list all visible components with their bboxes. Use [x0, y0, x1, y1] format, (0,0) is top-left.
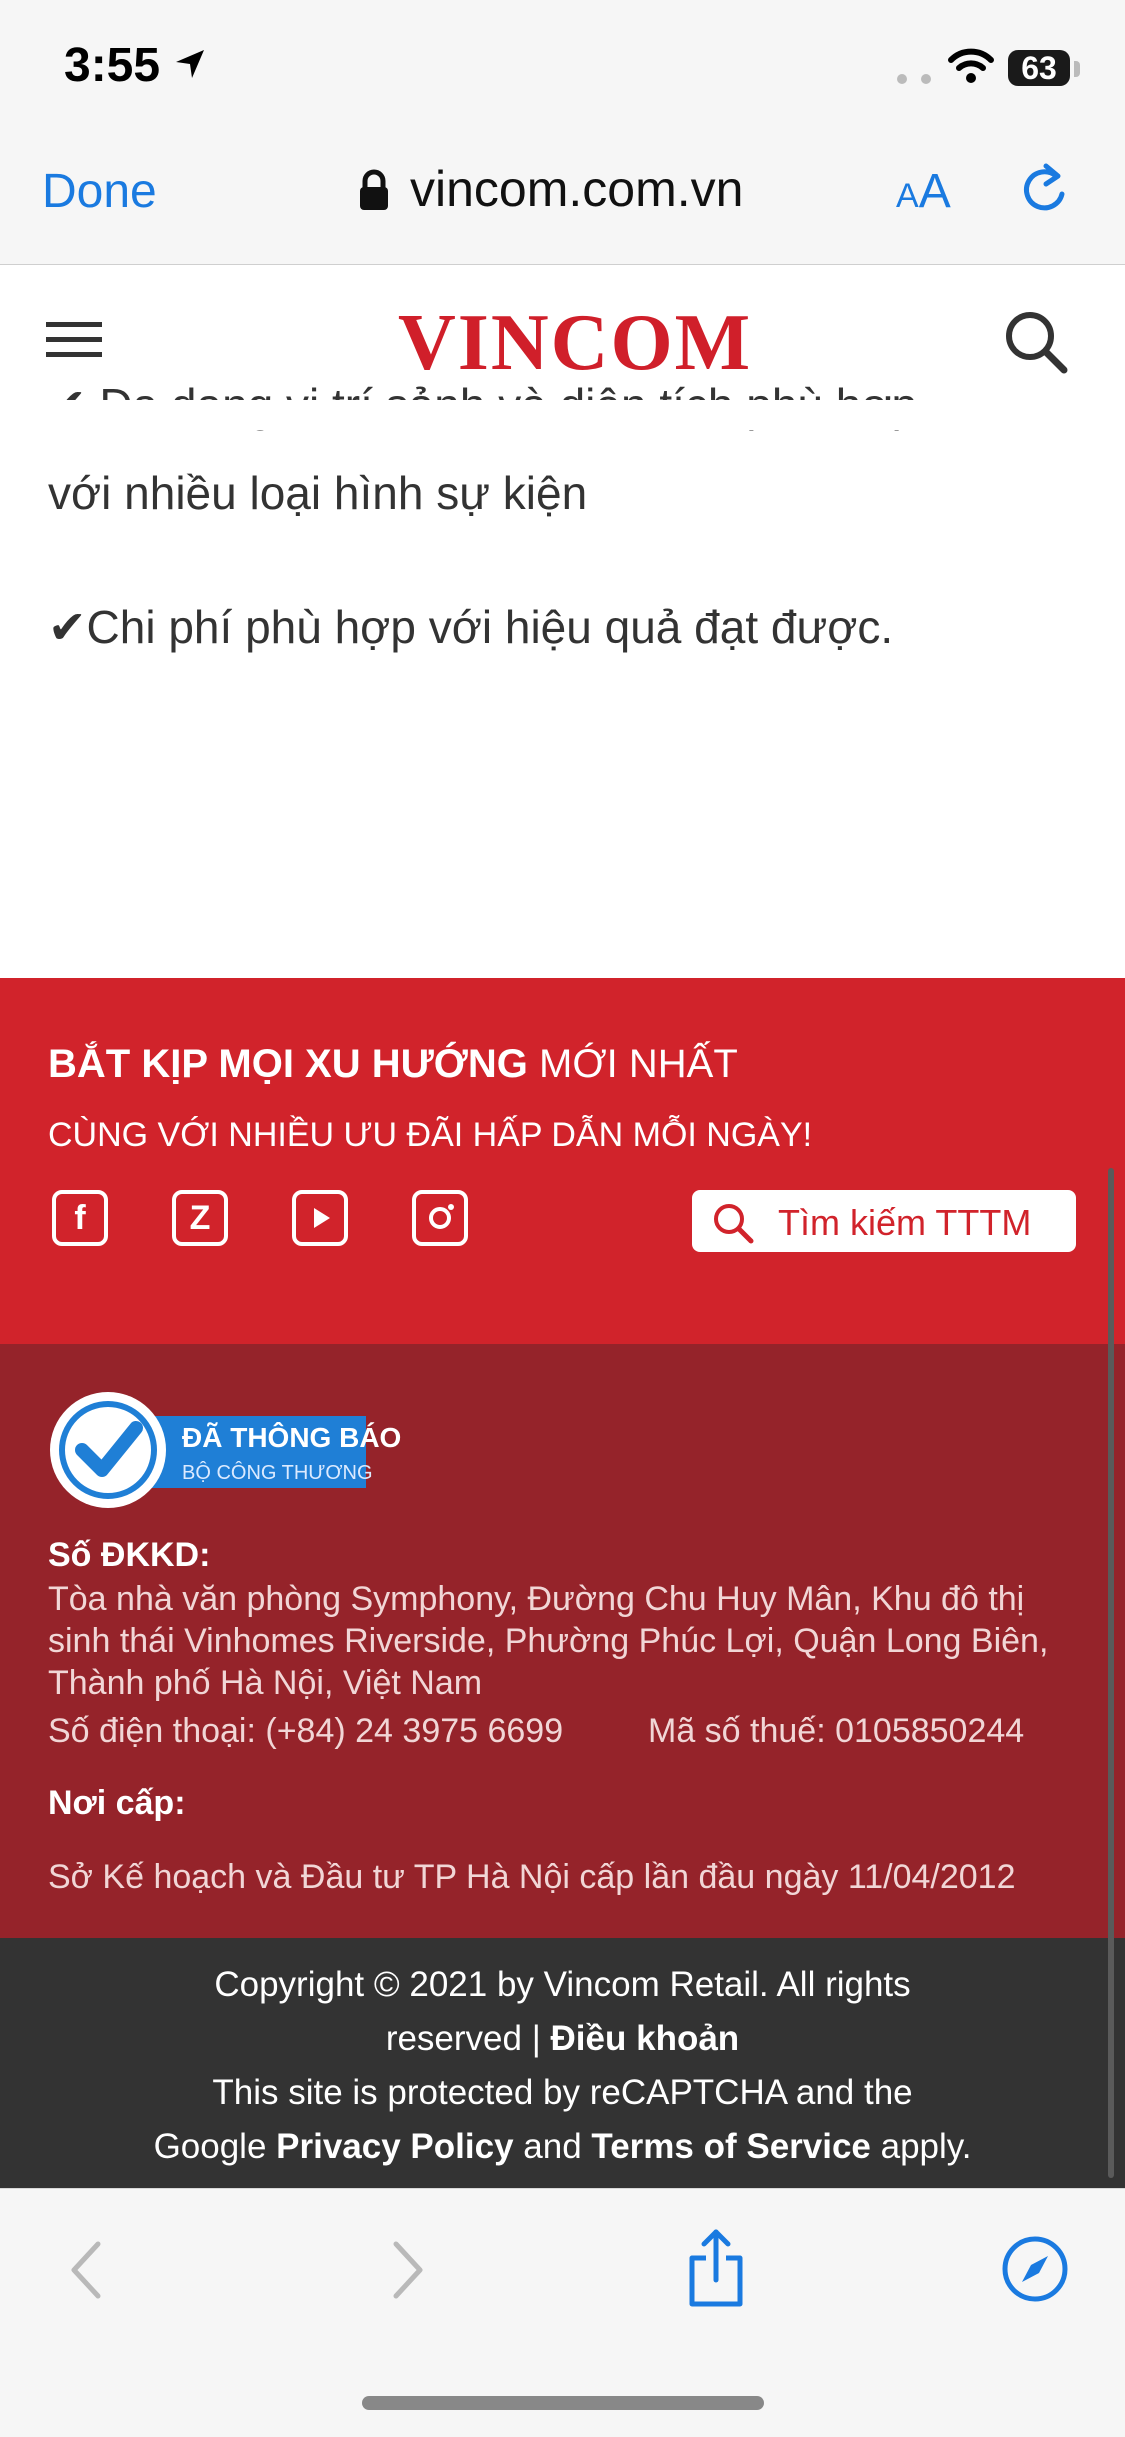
terms-of-service-link[interactable]: Terms of Service: [591, 2127, 871, 2166]
terms-link[interactable]: Điều khoản: [551, 2019, 740, 2058]
business-reg-label: Số ĐKKD:: [48, 1536, 211, 1574]
instagram-icon[interactable]: [412, 1190, 468, 1246]
search-icon: [710, 1200, 756, 1251]
facebook-icon[interactable]: f: [52, 1190, 108, 1246]
promo-subline: CÙNG VỚI NHIỀU ƯU ĐÃI HẤP DẪN MỖI NGÀY!: [48, 1116, 813, 1154]
copyright-footer: Copyright © 2021 by Vincom Retail. All r…: [0, 1938, 1125, 2188]
forward-arrow-icon[interactable]: [388, 2238, 428, 2307]
compass-icon[interactable]: [1000, 2234, 1070, 2309]
recaptcha-line: Google Privacy Policy and Terms of Servi…: [0, 2120, 1125, 2174]
tax-code: Mã số thuế: 0105850244: [648, 1712, 1025, 1750]
youtube-icon[interactable]: [292, 1190, 348, 1246]
battery-indicator: 63: [1008, 50, 1070, 86]
issuer-text: Sở Kế hoạch và Đầu tư TP Hà Nội cấp lần …: [48, 1858, 1016, 1896]
url-field[interactable]: vincom.com.vn: [410, 160, 743, 218]
company-phone[interactable]: Số điện thoại: (+84) 24 3975 6699: [48, 1710, 563, 1752]
search-mall-label: Tìm kiếm TTTM: [778, 1202, 1032, 1243]
wifi-icon: [948, 48, 994, 89]
badge-text: ĐÃ THÔNG BÁO: [182, 1422, 402, 1453]
and-text: and: [513, 2127, 592, 2166]
google-text: Google: [153, 2127, 277, 2166]
company-address: Tòa nhà văn phòng Symphony, Đường Chu Hu…: [48, 1580, 1049, 1702]
location-arrow-icon: [170, 44, 210, 89]
promo-headline-rest: MỚI NHẤT: [527, 1042, 738, 1086]
badge-subtext: BỘ CÔNG THƯƠNG: [182, 1462, 373, 1484]
issuer-label: Nơi cấp:: [48, 1784, 186, 1822]
header-mask: [0, 400, 1125, 430]
promo-headline-bold: BẮT KỊP MỌI XU HƯỚNG: [48, 1042, 528, 1086]
lock-icon: [357, 168, 391, 217]
back-arrow-icon[interactable]: [66, 2238, 106, 2307]
content-line: với nhiều loại hình sự kiện: [48, 467, 588, 519]
copyright-reserved: reserved |: [385, 2019, 551, 2058]
home-indicator[interactable]: [362, 2396, 764, 2410]
zalo-icon[interactable]: Z: [172, 1190, 228, 1246]
copyright-line: Copyright © 2021 by Vincom Retail. All r…: [214, 1965, 911, 2004]
battery-cap: [1074, 61, 1080, 77]
promo-headline: BẮT KỊP MỌI XU HƯỚNG MỚI NHẤT: [48, 1042, 738, 1087]
scroll-indicator[interactable]: [1108, 1168, 1114, 2178]
promo-band: [0, 978, 1125, 1344]
share-icon[interactable]: [686, 2228, 746, 2313]
copyright-line: reserved | Điều khoản: [0, 2012, 1125, 2066]
done-button[interactable]: Done: [42, 164, 157, 219]
recaptcha-line: This site is protected by reCAPTCHA and …: [212, 2073, 913, 2112]
apply-text: apply.: [870, 2127, 972, 2166]
status-time: 3:55: [64, 39, 161, 92]
content-line: ✔Chi phí phù hợp với hiệu quả đạt được.: [48, 601, 894, 653]
search-icon[interactable]: [1002, 308, 1068, 379]
vincom-logo[interactable]: VINCOM: [398, 298, 752, 389]
hamburger-menu-icon[interactable]: [46, 320, 102, 365]
privacy-policy-link[interactable]: Privacy Policy: [276, 2127, 513, 2166]
reload-icon[interactable]: [1016, 160, 1072, 225]
cellular-signal-icon: [896, 72, 936, 91]
text-size-button[interactable]: AA: [896, 164, 951, 219]
